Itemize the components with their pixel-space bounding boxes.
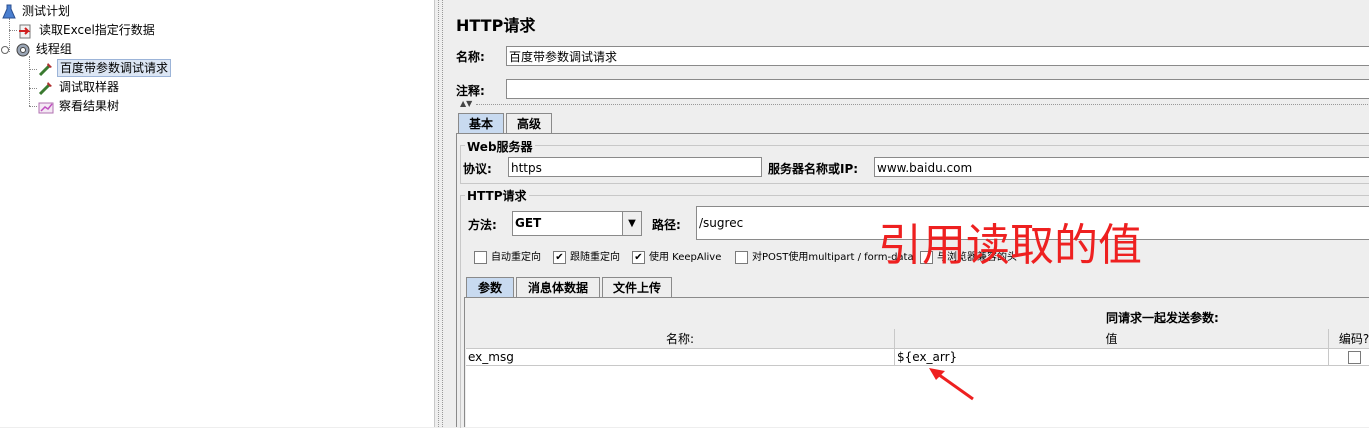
comment-field[interactable] — [506, 79, 1369, 99]
checkbox-box[interactable]: ✔ — [632, 250, 645, 264]
server-field[interactable]: www.baidu.com — [874, 157, 1369, 177]
chart-icon — [38, 99, 54, 115]
config-arrow-icon — [18, 23, 34, 39]
protocol-label: 协议: — [463, 162, 492, 176]
params-heading: 同请求一起发送参数: — [1106, 311, 1219, 325]
gear-icon — [15, 42, 31, 58]
comment-label: 注释: — [456, 84, 485, 98]
expand-toggle-icon[interactable] — [1, 45, 9, 54]
flask-icon — [1, 4, 17, 20]
tree-item-label: 察看结果树 — [59, 99, 120, 113]
tab-file-upload[interactable]: 文件上传 — [602, 277, 672, 297]
collapse-handle[interactable]: ▲▼ — [460, 100, 472, 108]
protocol-field[interactable]: https — [508, 157, 762, 177]
annotation-arrow — [929, 368, 974, 401]
tab-basic[interactable]: 基本 — [458, 113, 504, 133]
pane-splitter[interactable] — [434, 0, 445, 427]
annotation-text: 引用读取的值 — [878, 220, 1142, 271]
checkbox-box[interactable] — [735, 250, 748, 264]
http-request-legend: HTTP请求 — [465, 187, 529, 204]
param-name-cell[interactable]: ex_msg — [466, 349, 895, 366]
parameters-table: 名称: 值 编码? ex_msg ${ex_arr} — [466, 329, 1369, 427]
tree-item-baidu-request[interactable]: 百度带参数调试请求 — [38, 59, 172, 77]
tree-item-read-excel[interactable]: 读取Excel指定行数据 — [18, 21, 157, 39]
tree-item-label: 线程组 — [35, 42, 72, 56]
tree-item-label: 读取Excel指定行数据 — [39, 23, 155, 37]
name-field[interactable]: 百度带参数调试请求 — [506, 46, 1369, 66]
tab-advanced[interactable]: 高级 — [506, 113, 552, 133]
param-value-cell[interactable]: ${ex_arr} — [895, 349, 1329, 366]
tab-parameters[interactable]: 参数 — [466, 277, 514, 297]
tree-item-label: 测试计划 — [22, 4, 71, 18]
tab-body-data[interactable]: 消息体数据 — [516, 277, 600, 297]
column-header-name[interactable]: 名称: — [466, 329, 895, 349]
column-header-encode[interactable]: 编码? — [1329, 329, 1369, 349]
checkbox-label: 使用 KeepAlive — [649, 252, 722, 263]
path-label: 路径: — [652, 218, 681, 232]
checkbox-label: 跟随重定向 — [570, 252, 620, 263]
checkbox-box[interactable] — [474, 250, 487, 264]
web-server-legend: Web服务器 — [465, 138, 535, 155]
method-select[interactable]: GET ▼ — [512, 211, 642, 236]
chevron-down-icon[interactable]: ▼ — [622, 212, 641, 235]
panel-title: HTTP请求 — [456, 16, 536, 35]
checkbox-auto-redirect[interactable]: 自动重定向 — [474, 250, 541, 266]
pipette-icon — [38, 80, 54, 96]
test-plan-tree[interactable]: 测试计划 读取Excel指定行数据 线程组 百度带参数调试请求 调试取样器 察看… — [0, 0, 434, 427]
tree-item-label: 百度带参数调试请求 — [57, 59, 172, 77]
method-value: GET — [515, 216, 542, 230]
divider — [476, 104, 1369, 105]
tree-item-label: 调试取样器 — [59, 80, 120, 94]
splitter-grip[interactable] — [438, 0, 443, 427]
name-label: 名称: — [456, 50, 485, 64]
server-label: 服务器名称或IP: — [768, 162, 859, 176]
method-label: 方法: — [468, 218, 497, 232]
checkbox-box[interactable]: ✔ — [553, 250, 566, 264]
tree-item-view-results-tree[interactable]: 察看结果树 — [38, 97, 121, 115]
tree-item-test-plan[interactable]: 测试计划 — [1, 2, 72, 20]
encode-checkbox[interactable] — [1347, 351, 1361, 364]
http-request-panel: HTTP请求 名称: 百度带参数调试请求 注释: ▲▼ 基本 高级 Web服务器… — [446, 0, 1369, 428]
checkbox-keepalive[interactable]: ✔ 使用 KeepAlive — [632, 250, 721, 266]
param-encode-cell[interactable] — [1329, 349, 1369, 366]
tree-item-debug-sampler[interactable]: 调试取样器 — [38, 78, 121, 96]
pipette-icon — [38, 61, 54, 77]
checkbox-label: 自动重定向 — [491, 252, 541, 263]
checkbox-follow-redirect[interactable]: ✔ 跟随重定向 — [553, 250, 620, 266]
column-header-value[interactable]: 值 — [895, 329, 1329, 349]
tree-item-thread-group[interactable]: 线程组 — [1, 40, 74, 58]
